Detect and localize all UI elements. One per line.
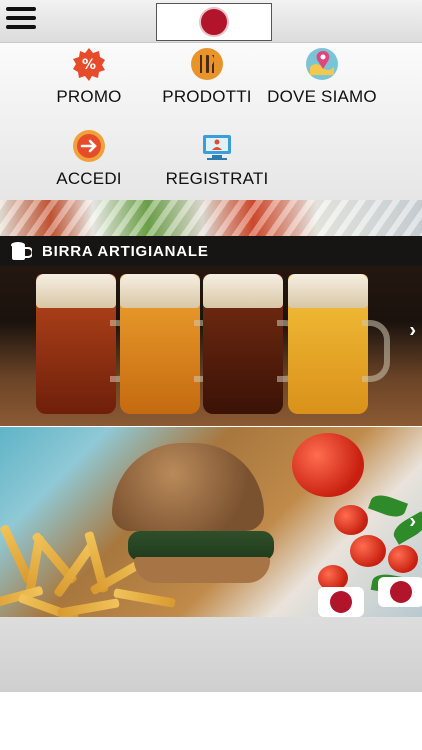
hamburger-menu-icon[interactable] [6,7,36,31]
burger-bun-bottom [134,557,270,583]
menu-item-promo[interactable]: % PROMO [34,47,144,107]
menu-item-accedi[interactable]: ACCEDI [34,129,144,189]
beer-banner-title-bar: BIRRA ARTIGIANALE [0,236,422,266]
cutlery-icon [190,47,224,81]
bottom-panel [0,617,422,692]
svg-text:%: % [82,57,96,73]
pizza-logo-badge [199,7,229,37]
menu-label: DOVE SIAMO [267,87,377,106]
pizza-logo-badge [378,577,422,607]
chevron-right-icon[interactable]: › [409,320,416,343]
login-arrow-icon [72,129,106,163]
pizza-logo[interactable] [156,3,272,41]
chevron-right-icon[interactable]: › [409,511,416,534]
menu-item-registrati[interactable]: REGISTRATI [162,129,272,189]
food-banner-strip[interactable] [0,200,422,236]
beer-banner-title: BIRRA ARTIGIANALE [42,242,209,260]
menu-label: REGISTRATI [165,169,269,188]
burger-banner[interactable]: › [0,427,422,617]
beer-glass [288,274,390,414]
menu-label: PROMO [56,87,122,106]
menu-item-prodotti[interactable]: PRODOTTI [152,47,262,107]
beer-banner[interactable]: BIRRA ARTIGIANALE › [0,236,422,426]
main-menu: % PROMO PRODOTTI DOVE SIAMO ACCEDI REGIS… [0,43,422,200]
beer-glass [120,274,222,414]
menu-label: ACCEDI [56,169,122,188]
pizza-logo-badge [318,587,364,617]
burger-bun [112,443,264,531]
menu-item-dove-siamo[interactable]: DOVE SIAMO [267,47,377,107]
menu-label: PRODOTTI [162,87,252,106]
map-pin-icon [305,47,339,81]
beer-mug-icon [11,242,32,260]
register-computer-icon [200,129,234,163]
percent-badge-icon: % [72,47,106,81]
beer-glass [36,274,138,414]
beer-glass [203,274,305,414]
app-header [0,0,422,43]
